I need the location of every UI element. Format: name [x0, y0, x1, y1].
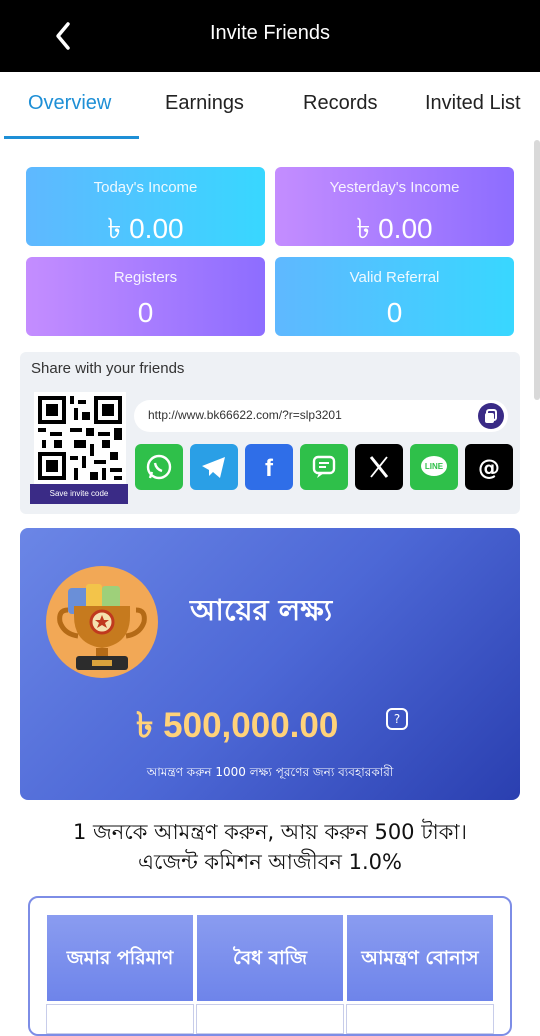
whatsapp-icon — [146, 454, 172, 480]
x-icon — [369, 456, 389, 478]
yesterday-income-card: Yesterday's Income ৳ 0.00 — [275, 167, 514, 246]
share-threads-button[interactable]: @ — [465, 444, 513, 490]
goal-note: আমন্ত্রণ করুন 1000 লক্ষ্য পূরণের জন্য ব্… — [146, 765, 394, 779]
registers-value: 0 — [137, 297, 154, 328]
svg-text:@: @ — [478, 456, 500, 481]
yesterday-income-label: Yesterday's Income — [329, 179, 460, 196]
share-x-button[interactable] — [355, 444, 403, 490]
line-icon: LINE — [421, 456, 447, 476]
registers-label: Registers — [113, 269, 178, 286]
qr-code-icon — [38, 396, 122, 480]
sms-icon — [312, 455, 336, 478]
share-panel: Share with your friends Save invite code… — [20, 352, 520, 514]
telegram-icon — [202, 457, 225, 478]
invite-link-field[interactable]: http://www.bk66622.com/?r=slp3201 — [134, 400, 508, 432]
share-whatsapp-button[interactable] — [135, 444, 183, 490]
tab-bar: Overview Earnings Records Invited List — [0, 72, 540, 140]
copy-link-button[interactable] — [478, 403, 504, 429]
tab-overview[interactable]: Overview — [28, 92, 111, 115]
facebook-icon: f — [265, 455, 274, 482]
today-income-label: Today's Income — [93, 179, 198, 196]
valid-referral-value: 0 — [386, 297, 403, 328]
table-cell — [196, 1004, 344, 1034]
tab-earnings[interactable]: Earnings — [165, 92, 244, 115]
active-tab-indicator — [4, 136, 139, 139]
save-invite-code-button[interactable]: Save invite code — [30, 484, 128, 504]
svg-text:LINE: LINE — [425, 462, 444, 471]
table-header-valid-bet: বৈধ বাজি — [196, 914, 344, 1002]
threads-icon: @ — [478, 456, 500, 481]
registers-card: Registers 0 — [26, 257, 265, 336]
tab-invited-list[interactable]: Invited List — [425, 92, 521, 115]
help-icon[interactable]: ? — [386, 708, 408, 730]
table-header-invite-bonus: আমন্ত্রণ বোনাস — [346, 914, 494, 1002]
top-bar: Invite Friends — [0, 0, 540, 72]
table-header-deposit: জমার পরিমাণ — [46, 914, 194, 1002]
scrollbar[interactable] — [534, 140, 540, 400]
share-sms-button[interactable] — [300, 444, 348, 490]
share-title: Share with your friends — [31, 360, 185, 377]
share-telegram-button[interactable] — [190, 444, 238, 490]
table-cell — [346, 1004, 494, 1034]
page-title: Invite Friends — [209, 22, 331, 44]
goal-title: আয়ের লক্ষ্য — [190, 593, 333, 627]
invite-link-text: http://www.bk66622.com/?r=slp3201 — [148, 408, 342, 422]
svg-text:f: f — [265, 455, 274, 482]
today-income-value: ৳ 0.00 — [107, 213, 184, 244]
copy-icon — [485, 409, 497, 423]
agent-commission-text: এজেন্ট কমিশন আজীবন 1.0% — [138, 850, 402, 874]
share-facebook-button[interactable]: f — [245, 444, 293, 490]
yesterday-income-value: ৳ 0.00 — [356, 213, 433, 244]
bonus-table: জমার পরিমাণ বৈধ বাজি আমন্ত্রণ বোনাস — [28, 896, 512, 1036]
today-income-card: Today's Income ৳ 0.00 — [26, 167, 265, 246]
valid-referral-card: Valid Referral 0 — [275, 257, 514, 336]
income-goal-banner: আয়ের লক্ষ্য ৳ 500,000.00 ? আমন্ত্রণ করু… — [20, 528, 520, 800]
tab-records[interactable]: Records — [303, 92, 377, 115]
goal-amount: ৳ 500,000.00 — [136, 706, 339, 745]
table-cell — [46, 1004, 194, 1034]
qr-code[interactable] — [34, 392, 126, 484]
share-line-button[interactable]: LINE — [410, 444, 458, 490]
trophy-icon — [46, 566, 158, 678]
valid-referral-label: Valid Referral — [349, 269, 440, 286]
